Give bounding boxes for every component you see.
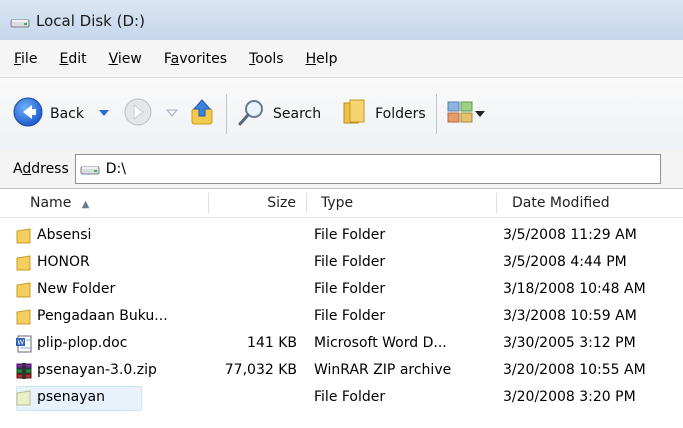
file-type: File Folder: [314, 389, 386, 405]
file-name-cell: HONOR: [15, 249, 90, 276]
file-date: 3/20/2008 3:20 PM: [503, 389, 636, 405]
menu-tools[interactable]: Tools: [238, 51, 295, 67]
file-date: 3/5/2008 11:29 AM: [503, 227, 637, 243]
file-row[interactable]: New Folder File Folder 3/18/2008 10:48 A…: [0, 276, 683, 303]
file-list: Name ▲ Size Type Date Modified Absensi F…: [0, 189, 683, 428]
file-type: File Folder: [314, 227, 386, 243]
file-row[interactable]: W plip-plop.doc 141 KB Microsoft Word D.…: [0, 330, 683, 357]
menu-edit[interactable]: Edit: [48, 51, 97, 67]
file-name: New Folder: [37, 281, 116, 297]
file-type: File Folder: [314, 308, 386, 324]
drive-icon: [80, 162, 100, 180]
views-icon[interactable]: [447, 100, 473, 128]
address-input[interactable]: D:\: [74, 154, 661, 184]
file-name-cell: New Folder: [15, 276, 115, 303]
folders-button[interactable]: Folders: [341, 94, 426, 134]
file-name-cell: psenayan: [15, 384, 105, 411]
file-name-cell: Pengadaan Buku...: [15, 303, 168, 330]
search-icon: [237, 97, 267, 131]
column-header-type[interactable]: Type: [321, 189, 353, 217]
word-doc-icon: W: [15, 335, 33, 353]
folders-icon: [341, 97, 369, 131]
toolbar: Back Search Folders: [0, 77, 683, 151]
menu-bar: File Edit View Favorites Tools Help: [0, 40, 683, 77]
address-label: Address: [13, 161, 69, 177]
file-row[interactable]: Absensi File Folder 3/5/2008 11:29 AM: [0, 222, 683, 249]
column-header-size[interactable]: Size: [209, 189, 296, 217]
sort-ascending-icon: ▲: [81, 199, 90, 210]
address-bar: Address D:\: [0, 150, 683, 189]
file-date: 3/18/2008 10:48 AM: [503, 281, 646, 297]
menu-file[interactable]: File: [0, 51, 48, 67]
file-name: psenayan-3.0.zip: [37, 362, 157, 378]
column-header-name[interactable]: Name ▲: [30, 189, 89, 217]
column-divider[interactable]: [306, 193, 307, 213]
file-type: File Folder: [314, 281, 386, 297]
file-row[interactable]: HONOR File Folder 3/5/2008 4:44 PM: [0, 249, 683, 276]
folder-icon: [15, 281, 33, 299]
folder-icon: [15, 254, 33, 272]
file-size: 141 KB: [247, 335, 297, 351]
back-label: Back: [50, 106, 84, 122]
file-row-selected[interactable]: psenayan File Folder 3/20/2008 3:20 PM: [0, 384, 683, 411]
file-date: 3/20/2008 10:55 AM: [503, 362, 646, 378]
search-button[interactable]: Search: [237, 94, 321, 134]
winrar-archive-icon: [15, 362, 33, 380]
drive-icon: [10, 15, 30, 29]
forward-dropdown-icon[interactable]: [165, 107, 179, 122]
file-date: 3/3/2008 10:59 AM: [503, 308, 637, 324]
file-name: Absensi: [37, 227, 92, 243]
svg-text:W: W: [17, 338, 24, 346]
file-type: File Folder: [314, 254, 386, 270]
back-arrow-icon: [12, 96, 44, 132]
back-button[interactable]: Back: [12, 94, 84, 134]
file-name-cell: psenayan-3.0.zip: [15, 357, 157, 384]
menu-help[interactable]: Help: [295, 51, 349, 67]
file-row[interactable]: psenayan-3.0.zip 77,032 KB WinRAR ZIP ar…: [0, 357, 683, 384]
title-bar: Local Disk (D:): [0, 0, 683, 40]
file-name: HONOR: [37, 254, 90, 270]
column-divider[interactable]: [496, 193, 497, 213]
file-row[interactable]: Pengadaan Buku... File Folder 3/3/2008 1…: [0, 303, 683, 330]
file-type: Microsoft Word D...: [314, 335, 447, 351]
file-date: 3/30/2005 3:12 PM: [503, 335, 636, 351]
forward-arrow-icon[interactable]: [122, 96, 154, 132]
column-headers: Name ▲ Size Type Date Modified: [0, 189, 683, 218]
folders-label: Folders: [375, 106, 426, 122]
window-title: Local Disk (D:): [36, 12, 145, 30]
folder-icon: [15, 227, 33, 245]
file-name: plip-plop.doc: [37, 335, 128, 351]
folder-icon: [15, 389, 33, 407]
up-folder-icon[interactable]: [190, 98, 216, 130]
search-label: Search: [273, 106, 322, 122]
toolbar-separator: [226, 94, 227, 134]
file-name: Pengadaan Buku...: [37, 308, 168, 324]
menu-favorites[interactable]: Favorites: [153, 51, 238, 67]
file-name-cell: Absensi: [15, 222, 91, 249]
column-header-date[interactable]: Date Modified: [512, 189, 610, 217]
file-size: 77,032 KB: [224, 362, 297, 378]
toolbar-separator: [435, 94, 437, 134]
views-dropdown-icon[interactable]: [474, 107, 485, 122]
file-date: 3/5/2008 4:44 PM: [503, 254, 627, 270]
menu-view[interactable]: View: [98, 51, 153, 67]
file-type: WinRAR ZIP archive: [314, 362, 452, 378]
file-name-cell: W plip-plop.doc: [15, 330, 127, 357]
back-dropdown-icon[interactable]: [98, 107, 110, 122]
folder-icon: [15, 308, 33, 326]
file-name: psenayan: [37, 389, 105, 405]
address-value: D:\: [105, 161, 126, 177]
